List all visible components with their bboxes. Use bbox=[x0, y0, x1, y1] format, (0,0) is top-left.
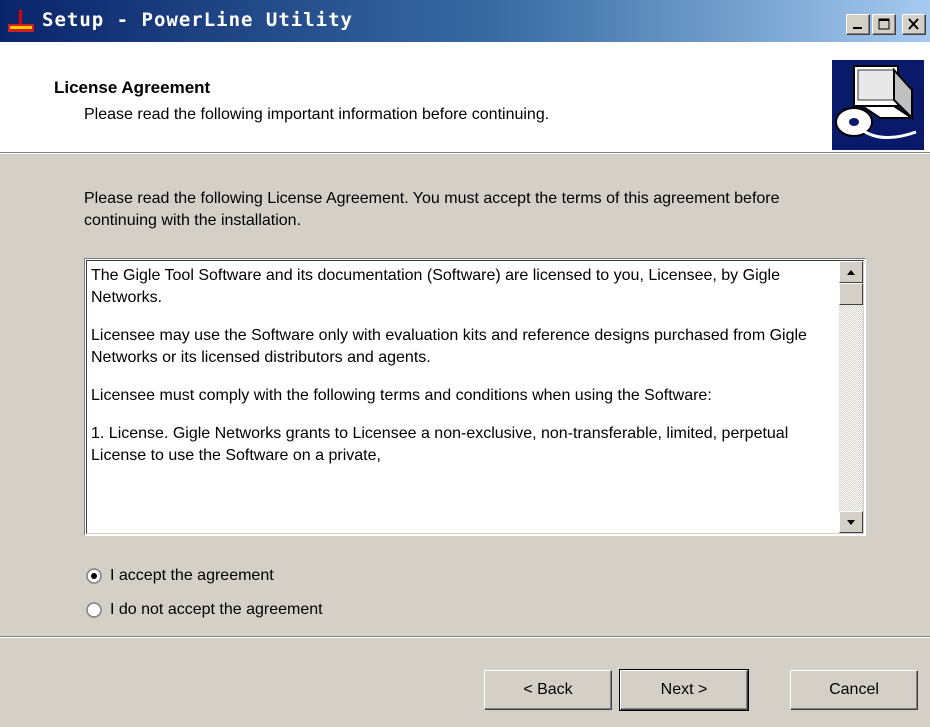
window-title: Setup - PowerLine Utility bbox=[42, 9, 353, 31]
license-paragraph: 1. License. Gigle Networks grants to Lic… bbox=[91, 425, 789, 464]
minimize-icon bbox=[853, 27, 862, 29]
radio-selected-icon[interactable] bbox=[86, 568, 102, 584]
footer-separator bbox=[0, 636, 930, 638]
minimize-button[interactable] bbox=[846, 14, 870, 35]
license-text[interactable]: The Gigle Tool Software and its document… bbox=[91, 265, 831, 533]
page-title: License Agreement bbox=[54, 78, 211, 97]
maximize-icon bbox=[878, 18, 890, 30]
back-button[interactable]: < Back bbox=[484, 670, 612, 710]
computer-disc-install-icon bbox=[832, 60, 924, 150]
accept-label[interactable]: I accept the agreement bbox=[110, 567, 274, 585]
license-paragraph: Licensee must comply with the following … bbox=[91, 387, 712, 404]
arrow-up-icon bbox=[847, 270, 855, 275]
vertical-scrollbar[interactable] bbox=[839, 261, 863, 533]
license-paragraph: Licensee may use the Software only with … bbox=[91, 327, 807, 366]
scroll-down-button[interactable] bbox=[839, 511, 863, 533]
intro-text: Please read the following License Agreem… bbox=[84, 190, 780, 229]
arrow-down-icon bbox=[847, 520, 855, 525]
license-text-box[interactable]: The Gigle Tool Software and its document… bbox=[84, 258, 866, 536]
page-subtitle: Please read the following important info… bbox=[84, 106, 550, 123]
decline-option[interactable]: I do not accept the agreement bbox=[86, 599, 323, 621]
next-label: Next > bbox=[660, 681, 708, 698]
title-bar[interactable]: Setup - PowerLine Utility bbox=[0, 0, 930, 42]
setup-window: Setup - PowerLine Utility License Agreem… bbox=[0, 0, 930, 727]
scroll-up-button[interactable] bbox=[839, 261, 863, 283]
maximize-button[interactable] bbox=[872, 14, 896, 35]
accept-option[interactable]: I accept the agreement bbox=[86, 565, 274, 587]
decline-label[interactable]: I do not accept the agreement bbox=[110, 601, 323, 619]
scroll-thumb[interactable] bbox=[839, 283, 863, 305]
close-button[interactable] bbox=[902, 14, 926, 35]
app-icon bbox=[8, 10, 34, 32]
license-paragraph: The Gigle Tool Software and its document… bbox=[91, 267, 780, 306]
next-button[interactable]: Next > bbox=[619, 669, 749, 711]
close-icon bbox=[908, 18, 919, 30]
cancel-button[interactable]: Cancel bbox=[790, 670, 918, 710]
radio-unselected-icon[interactable] bbox=[86, 602, 102, 618]
header-separator bbox=[0, 152, 930, 154]
